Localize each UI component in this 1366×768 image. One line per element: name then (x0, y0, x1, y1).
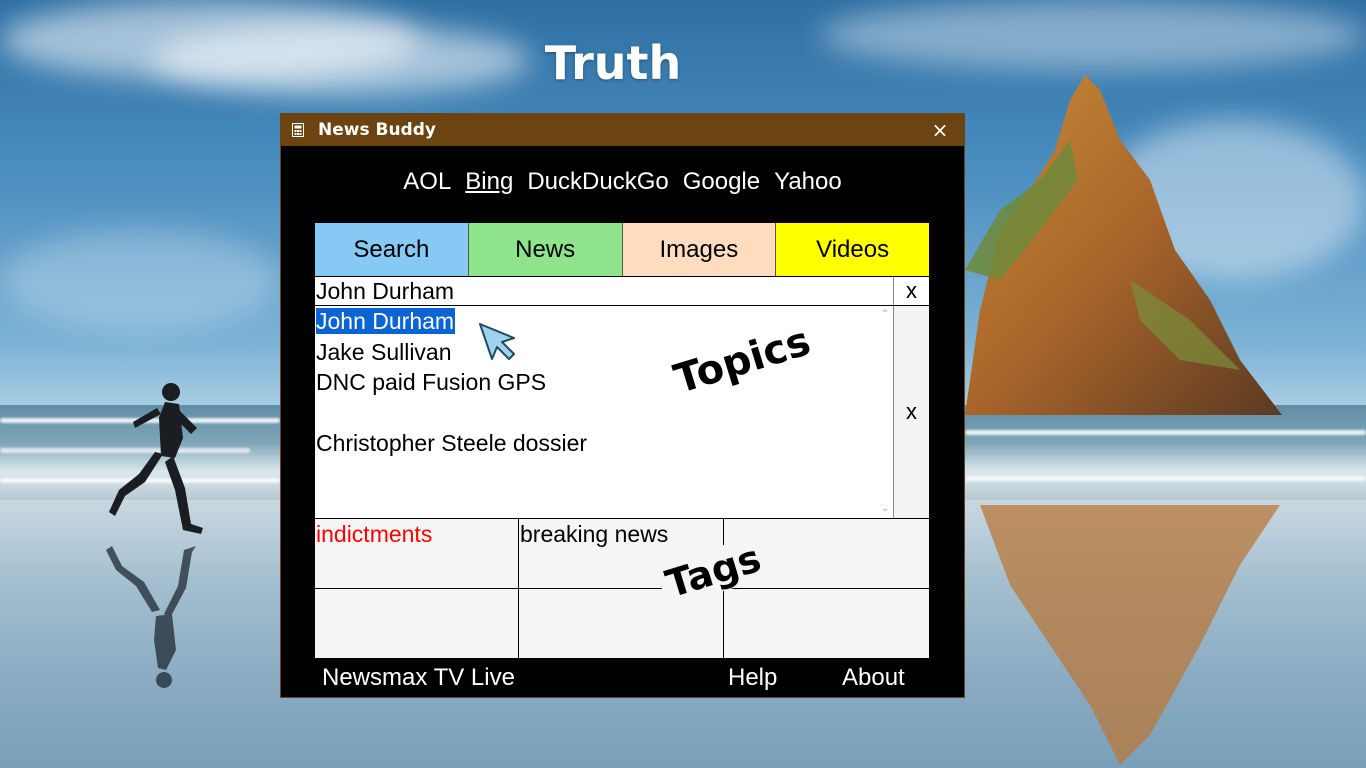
app-window-icon (292, 123, 304, 137)
tag-cell[interactable] (724, 589, 929, 659)
tab-images[interactable]: Images (622, 223, 777, 276)
runner-silhouette (109, 383, 203, 534)
search-engine-links: AOL Bing DuckDuckGo Google Yahoo (281, 168, 964, 196)
tag-cell[interactable]: breaking news (519, 519, 724, 589)
mouse-pointer-icon (479, 323, 515, 360)
tag-cell[interactable] (315, 589, 519, 659)
close-icon[interactable]: × (916, 118, 964, 142)
newsmax-tv-link[interactable]: Newsmax TV Live (322, 664, 515, 692)
runner-reflection (106, 546, 196, 688)
tag-cell[interactable] (724, 519, 929, 589)
scroll-up-icon[interactable]: ⌃ (881, 310, 889, 320)
tab-news[interactable]: News (468, 223, 623, 276)
topic-item-label: DNC paid Fusion GPS (316, 369, 547, 395)
clear-topic-button[interactable]: x (893, 306, 929, 518)
cloud (0, 230, 280, 330)
category-tabs: Search News Images Videos (315, 223, 929, 276)
news-buddy-window: News Buddy × AOL Bing DuckDuckGo Google Yaho… (280, 113, 965, 698)
topic-item-label: John Durham (316, 308, 456, 334)
engine-link-bing[interactable]: Bing (465, 168, 513, 195)
wave (965, 476, 1366, 481)
scroll-down-icon[interactable]: ⌄ (881, 504, 889, 514)
tab-search[interactable]: Search (315, 223, 469, 276)
topic-item-label: Christopher Steele dossier (316, 430, 588, 456)
search-input[interactable] (315, 277, 894, 305)
window-footer: Newsmax TV Live Help About (281, 660, 964, 696)
topics-scrollbar[interactable]: ⌃ ⌄ (879, 306, 893, 518)
topic-item[interactable]: DNC paid Fusion GPS (315, 367, 879, 398)
topics-panel: John Durham Jake Sullivan DNC paid Fusio… (315, 306, 929, 518)
tags-grid: indictments breaking news (315, 518, 929, 659)
engine-link-aol[interactable]: AOL (403, 168, 451, 195)
engine-link-google[interactable]: Google (683, 168, 760, 195)
topic-item[interactable]: Christopher Steele dossier (315, 428, 879, 459)
help-link[interactable]: Help (728, 664, 777, 692)
engine-link-duckduckgo[interactable]: DuckDuckGo (527, 168, 668, 195)
topic-item[interactable]: John Durham (315, 306, 879, 337)
topic-item-label: Jake Sullivan (316, 338, 452, 365)
search-row: x (315, 276, 929, 306)
sea-stack-rock (965, 75, 1282, 415)
window-title: News Buddy (318, 120, 436, 140)
desktop-title: Truth (544, 36, 682, 90)
about-link[interactable]: About (842, 664, 905, 692)
window-titlebar[interactable]: News Buddy × (281, 114, 964, 146)
rock-reflection (980, 505, 1280, 765)
tag-cell[interactable] (519, 589, 724, 659)
tab-videos[interactable]: Videos (776, 223, 929, 276)
topics-list[interactable]: John Durham Jake Sullivan DNC paid Fusio… (315, 306, 879, 518)
topic-item[interactable]: Jake Sullivan (315, 337, 879, 368)
topic-item[interactable] (315, 398, 879, 429)
wave (965, 430, 1366, 435)
engine-link-yahoo[interactable]: Yahoo (774, 168, 842, 195)
clear-search-button[interactable]: x (893, 277, 929, 305)
tag-cell[interactable]: indictments (315, 519, 519, 589)
